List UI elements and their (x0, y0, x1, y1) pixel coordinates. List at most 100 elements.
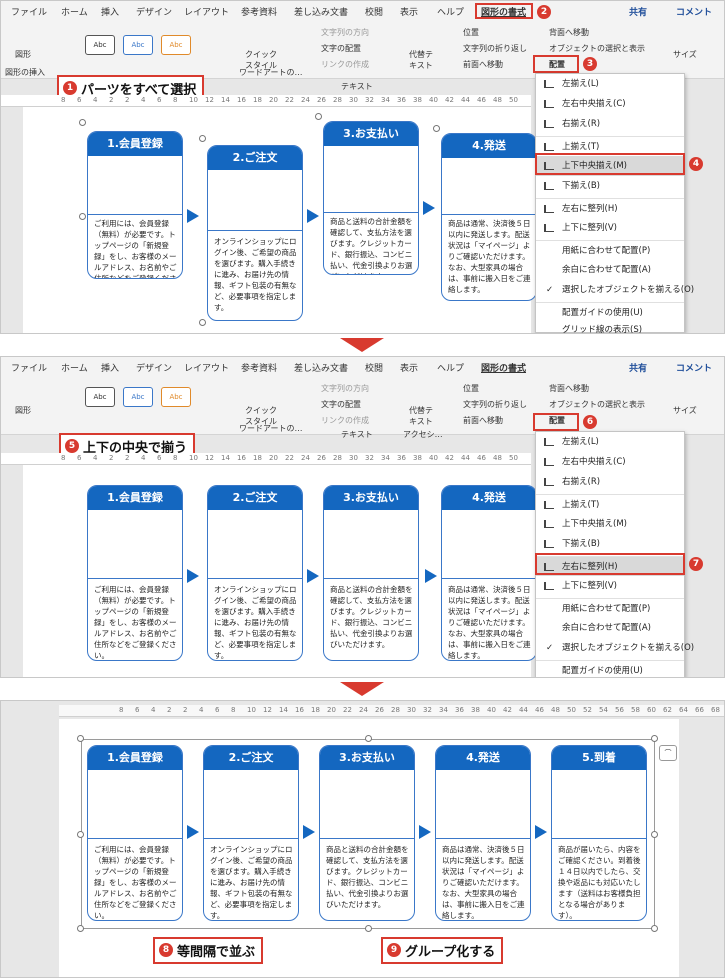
send-back-button[interactable]: 背面へ移動 (549, 27, 589, 38)
menu-align-selected[interactable]: ✓ 選択したオブジェクトを揃える(O) (536, 280, 694, 300)
alt-text-button[interactable]: 代替テ キスト (409, 405, 433, 427)
alt-text-button[interactable]: 代替テ キスト (409, 49, 433, 71)
menu-align-to-page[interactable]: 用紙に合わせて配置(P) (536, 240, 684, 260)
menu-distribute-vertical[interactable]: 上下に整列(V) (536, 218, 684, 238)
flow-arrow[interactable] (187, 209, 199, 223)
flow-card-2[interactable]: 2.ご注文 オンラインショップにログイン後、ご希望の商品を選びます。購入手続きに… (207, 485, 303, 661)
selection-handle[interactable] (651, 925, 658, 932)
selection-handle[interactable] (79, 213, 86, 220)
flow-card-1[interactable]: 1.会員登録 ご利用には、会員登録（無料）が必要です。トップページの「新規登録」… (87, 485, 183, 661)
tab-layout[interactable]: レイアウト (184, 5, 229, 18)
text-direction-button[interactable]: 文字列の方向 (321, 383, 369, 394)
flow-card-2[interactable]: 2.ご注文 オンラインショップにログイン後、ご希望の商品を選びます。購入手続きに… (207, 145, 303, 321)
flow-arrow[interactable] (303, 825, 315, 839)
bring-front-button[interactable]: 前面へ移動 (463, 415, 503, 426)
tab-design[interactable]: デザイン (136, 361, 172, 374)
flow-card-3[interactable]: 3.お支払い 商品と送料の合計金額を確認して、支払方法を選びます。クレジットカー… (319, 745, 415, 921)
position-button[interactable]: 位置 (463, 27, 479, 38)
comment-button[interactable]: コメント (676, 5, 712, 18)
share-button[interactable]: 共有 (629, 5, 647, 18)
tab-mailings[interactable]: 差し込み文書 (294, 5, 348, 18)
flow-arrow[interactable] (307, 569, 319, 583)
wrap-button[interactable]: 文字列の折り返し (463, 399, 527, 410)
tab-insert[interactable]: 挿入 (101, 361, 119, 374)
tab-references[interactable]: 参考資料 (241, 361, 277, 374)
menu-align-to-margin[interactable]: 余白に合わせて配置(A) (536, 618, 684, 638)
style-thumb-2[interactable]: Abc (123, 35, 153, 55)
wrap-button[interactable]: 文字列の折り返し (463, 43, 527, 54)
menu-use-guides[interactable]: 配置ガイドの使用(U) (536, 660, 684, 677)
menu-align-to-margin[interactable]: 余白に合わせて配置(A) (536, 260, 684, 280)
flow-card-2[interactable]: 2.ご注文 オンラインショップにログイン後、ご希望の商品を選びます。購入手続きに… (203, 745, 299, 921)
menu-use-guides[interactable]: 配置ガイドの使用(U) (536, 302, 684, 322)
flow-card-1[interactable]: 1.会員登録 ご利用には、会員登録（無料）が必要です。トップページの「新規登録」… (87, 745, 183, 921)
tab-design[interactable]: デザイン (136, 5, 172, 18)
tab-review[interactable]: 校閲 (365, 5, 383, 18)
menu-align-right[interactable]: 右揃え(R) (536, 472, 684, 492)
send-back-button[interactable]: 背面へ移動 (549, 383, 589, 394)
selection-handle[interactable] (79, 119, 86, 126)
text-align-button[interactable]: 文字の配置 (321, 43, 361, 54)
selection-handle[interactable] (315, 113, 322, 120)
position-button[interactable]: 位置 (463, 383, 479, 394)
link-create-button[interactable]: リンクの作成 (321, 59, 369, 70)
selection-handle[interactable] (199, 135, 206, 142)
style-thumb-3[interactable]: Abc (161, 35, 191, 55)
selection-handle[interactable] (77, 831, 84, 838)
layout-options-icon[interactable]: ⌒ (659, 745, 677, 761)
link-create-button[interactable]: リンクの作成 (321, 415, 369, 426)
flow-arrow[interactable] (423, 201, 435, 215)
style-thumb-1[interactable]: Abc (85, 35, 115, 55)
tab-references[interactable]: 参考資料 (241, 5, 277, 18)
style-thumb-1[interactable]: Abc (85, 387, 115, 407)
menu-align-left[interactable]: 左揃え(L) (536, 74, 684, 94)
tab-mailings[interactable]: 差し込み文書 (294, 361, 348, 374)
flow-card-1[interactable]: 1.会員登録 ご利用には、会員登録（無料）が必要です。トップページの「新規登録」… (87, 131, 183, 279)
flow-arrow[interactable] (187, 569, 199, 583)
comment-button[interactable]: コメント (676, 361, 712, 374)
selection-handle[interactable] (77, 735, 84, 742)
style-thumb-3[interactable]: Abc (161, 387, 191, 407)
tab-home[interactable]: ホーム (61, 5, 88, 18)
selection-handle[interactable] (365, 735, 372, 742)
flow-card-5[interactable]: 5.到着 商品が届いたら、内容をご確認ください。到着後１４日以内でしたら、交換や… (551, 745, 647, 921)
menu-distribute-horizontal[interactable]: 左右に整列(H) (536, 198, 684, 218)
flow-card-3[interactable]: 3.お支払い 商品と送料の合計金額を確認して、支払方法を選びます。クレジットカー… (323, 485, 419, 661)
selection-handle[interactable] (365, 925, 372, 932)
menu-distribute-vertical[interactable]: 上下に整列(V) (536, 576, 684, 596)
menu-align-bottom[interactable]: 下揃え(B) (536, 534, 684, 554)
tab-home[interactable]: ホーム (61, 361, 88, 374)
selection-pane-button[interactable]: オブジェクトの選択と表示 (549, 43, 645, 54)
tab-file[interactable]: ファイル (11, 5, 47, 18)
size-button[interactable]: サイズ (673, 405, 697, 416)
shape-label[interactable]: 図形 (15, 405, 31, 416)
style-thumb-2[interactable]: Abc (123, 387, 153, 407)
selection-handle[interactable] (199, 319, 206, 326)
tab-view[interactable]: 表示 (400, 5, 418, 18)
menu-align-left[interactable]: 左揃え(L) (536, 432, 684, 452)
tab-help[interactable]: ヘルプ (437, 5, 464, 18)
menu-align-bottom[interactable]: 下揃え(B) (536, 176, 684, 196)
menu-align-selected[interactable]: ✓ 選択したオブジェクトを揃える(O) (536, 638, 694, 658)
shape-label[interactable]: 図形 (15, 49, 31, 60)
flow-arrow[interactable] (419, 825, 431, 839)
menu-align-top[interactable]: 上揃え(T) (536, 494, 684, 514)
flow-card-4[interactable]: 4.発送 商品は通常、決済後５日以内に発送します。配送状況は「マイページ」よりご… (441, 485, 537, 661)
tab-shape-format[interactable]: 図形の書式 (481, 361, 526, 374)
selection-handle[interactable] (77, 925, 84, 932)
tab-help[interactable]: ヘルプ (437, 361, 464, 374)
menu-align-right[interactable]: 右揃え(R) (536, 114, 684, 134)
menu-align-to-page[interactable]: 用紙に合わせて配置(P) (536, 598, 684, 618)
menu-align-center[interactable]: 左右中央揃え(C) (536, 94, 684, 114)
menu-align-middle[interactable]: 上下中央揃え(M) (536, 514, 684, 534)
flow-arrow[interactable] (535, 825, 547, 839)
tab-layout[interactable]: レイアウト (184, 361, 229, 374)
selection-pane-button[interactable]: オブジェクトの選択と表示 (549, 399, 645, 410)
selection-handle[interactable] (651, 735, 658, 742)
flow-arrow[interactable] (307, 209, 319, 223)
selection-handle[interactable] (651, 831, 658, 838)
bring-front-button[interactable]: 前面へ移動 (463, 59, 503, 70)
selection-handle[interactable] (433, 125, 440, 132)
menu-align-center[interactable]: 左右中央揃え(C) (536, 452, 684, 472)
tab-review[interactable]: 校閲 (365, 361, 383, 374)
